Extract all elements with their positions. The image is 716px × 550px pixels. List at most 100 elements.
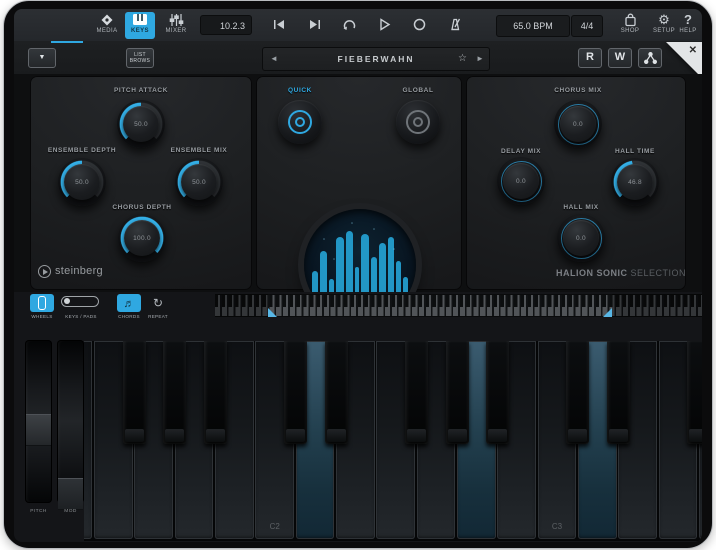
go-to-end-button[interactable] [307,17,322,32]
white-key-E1[interactable] [84,341,92,539]
black-key-Cs3[interactable] [566,341,589,444]
steinberg-logo-icon [38,265,51,278]
global-label: GLOBAL [358,87,478,94]
music-note-icon: ♬ [124,298,135,310]
active-tab-indicator [51,41,83,43]
black-key-Gs1[interactable] [163,341,186,444]
record-button[interactable] [412,17,427,32]
minimap-dim-left [215,294,268,317]
black-key-Fs2[interactable] [405,341,428,444]
tab-keys-pads[interactable] [61,296,99,307]
preset-bar: ◄ FIEBERWAHN ☆ ► [262,47,490,71]
keyboard-minimap[interactable] [215,294,702,317]
black-key-Fs3[interactable] [687,341,702,444]
favorite-star-icon[interactable]: ☆ [458,48,467,70]
hall-time-label: HALL TIME [575,148,695,155]
chorus-depth-knob[interactable]: 100.0 [117,213,167,263]
list-browse-line2: BROWS [127,58,153,64]
chorus-mix-knob[interactable]: 0.0 [553,99,603,149]
help-button[interactable]: ? HELP [672,12,702,39]
black-key-As2[interactable] [486,341,509,444]
mixer-faders-icon [158,13,194,27]
chorus-mix-label: CHORUS MIX [518,87,638,94]
shop-label: SHOP [612,28,648,34]
pitch-attack-label: PITCH ATTACK [81,87,201,94]
tab-repeat[interactable]: ↻ [146,294,170,312]
hall-mix-label: HALL MIX [521,204,641,211]
ensemble-mix-label: ENSEMBLE MIX [139,147,259,154]
delay-mix-label: DELAY MIX [461,148,581,155]
read-automation-button[interactable]: R [578,48,602,68]
mixer-button[interactable]: MIXER [158,12,194,39]
list-browse-button[interactable]: LIST BROWS [126,48,154,68]
preset-name[interactable]: FIEBERWAHN [263,48,489,70]
black-key-Gs2[interactable] [446,341,469,444]
media-diamond-icon [89,13,125,27]
global-knob[interactable] [396,100,440,144]
ensemble-mix-knob[interactable]: 50.0 [174,157,224,207]
app-screen: MEDIA KEYS MIXER 10.2.3 [14,9,702,542]
minimap-range-start-marker[interactable] [268,308,277,317]
mixer-label: MIXER [158,28,194,34]
hall-mix-knob[interactable]: 0.0 [556,213,606,263]
chorus-depth-label: CHORUS DEPTH [82,204,202,211]
black-key-Fs1[interactable] [123,341,146,444]
product-name-strong: HALION SONIC [556,268,628,278]
transport-controls [272,17,462,32]
wheel-icon [38,296,46,310]
black-key-Ds2[interactable] [325,341,348,444]
pitch-wheel-label: PITCH [25,509,52,514]
ensemble-depth-label: ENSEMBLE DEPTH [22,147,142,154]
chevron-down-icon: ▼ [39,54,46,61]
metronome-button[interactable] [447,17,462,32]
cycle-button[interactable] [342,17,357,32]
quick-knob[interactable] [278,100,322,144]
mod-wheel[interactable] [57,340,84,503]
black-key-Cs2[interactable] [284,341,307,444]
minimap-range-end-marker[interactable] [603,308,612,317]
media-button[interactable]: MEDIA [89,12,125,39]
plugin-header: ▼ LIST BROWS ◄ FIEBERWAHN ☆ ► R W [14,41,702,75]
repeat-icon: ↻ [153,296,163,310]
key-label-C3: C3 [538,522,577,531]
steinberg-logo-text: steinberg [55,265,103,277]
tab-repeat-label: REPEAT [134,314,182,319]
keyboard-keys: C2 C3 [84,341,702,541]
shop-bag-icon [612,13,648,27]
branding-row: steinberg HALION SONIC SELECTION [14,264,702,288]
time-signature-display[interactable]: 4/4 [571,15,603,37]
media-label: MEDIA [89,28,125,34]
position-display[interactable]: 10.2.3 [200,15,252,35]
tablet-frame: MEDIA KEYS MIXER 10.2.3 [3,0,713,549]
write-automation-button[interactable]: W [608,48,632,68]
plugin-body: PITCH ATTACK 50.0 ENSEMBLE DEPTH 50.0 EN… [14,74,702,292]
product-name: HALION SONIC SELECTION [556,268,686,278]
delay-mix-knob[interactable]: 0.0 [496,156,546,206]
preset-next-button[interactable]: ► [473,48,487,70]
minimap-dim-right [612,294,702,317]
quick-label: QUICK [240,87,360,94]
product-name-light: SELECTION [627,268,686,278]
tab-wheels[interactable] [30,294,54,312]
go-to-start-button[interactable] [272,17,287,32]
pitch-attack-knob[interactable]: 50.0 [116,99,166,149]
top-toolbar: MEDIA KEYS MIXER 10.2.3 [14,9,702,42]
tab-chords[interactable]: ♬ [117,294,141,312]
automation-node-button[interactable] [638,48,662,68]
key-label-C2: C2 [255,522,294,531]
pitch-wheel[interactable] [25,340,52,503]
black-key-As1[interactable] [204,341,227,444]
bpm-display[interactable]: 65.0 BPM [496,15,570,37]
black-key-Ds3[interactable] [607,341,630,444]
piano-icon [125,13,155,27]
ensemble-depth-knob[interactable]: 50.0 [57,157,107,207]
tab-keys-pads-label: KEYS / PADS [56,314,106,319]
help-label: HELP [672,28,702,34]
shop-button[interactable]: SHOP [612,12,648,39]
keys-label: KEYS [125,28,155,34]
close-icon[interactable]: ✕ [689,45,697,56]
keys-button[interactable]: KEYS [125,12,155,39]
instrument-dropdown-button[interactable]: ▼ [28,48,56,68]
hall-time-knob[interactable]: 46.8 [610,157,660,207]
play-button[interactable] [377,17,392,32]
